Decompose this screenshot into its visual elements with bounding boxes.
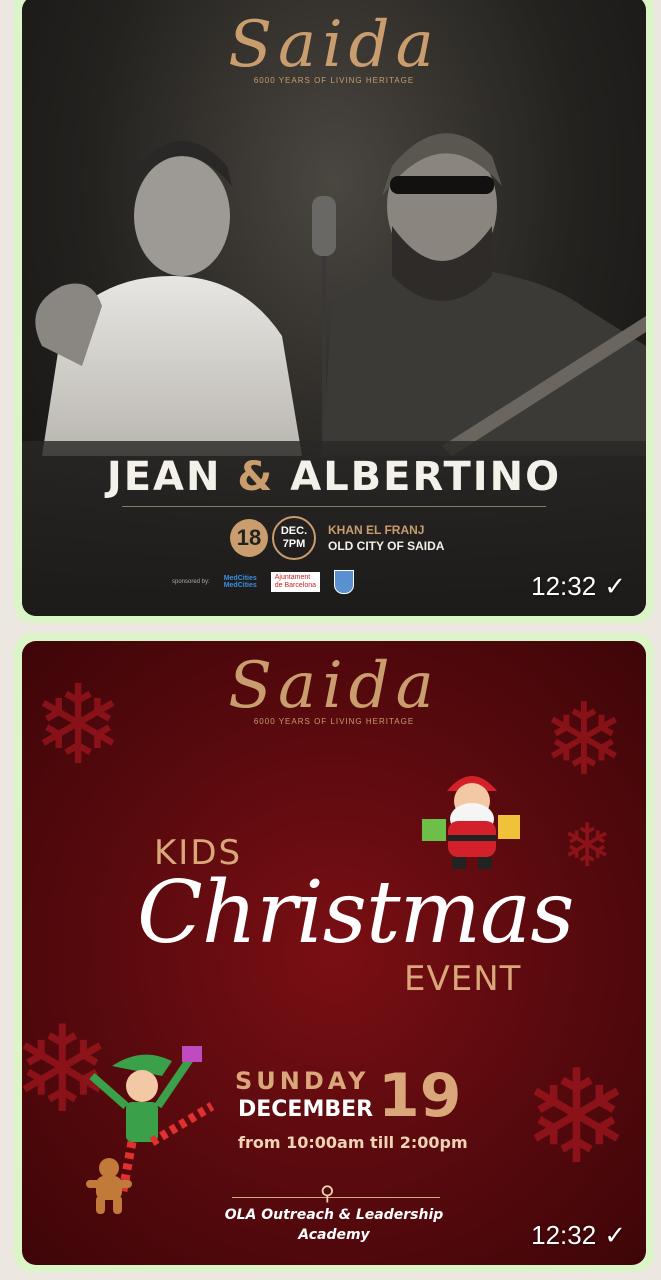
saida-logo: Saida 6000 YEARS OF LIVING HERITAGE <box>228 8 440 85</box>
concert-poster-image[interactable]: Saida 6000 YEARS OF LIVING HERITAGE JEAN… <box>22 0 646 616</box>
event-hours: from 10:00am till 2:00pm <box>238 1133 468 1152</box>
performers-photo <box>35 133 646 456</box>
message-bubble-1[interactable]: Saida 6000 YEARS OF LIVING HERITAGE JEAN… <box>14 0 654 623</box>
christmas-heading: Christmas <box>137 863 574 963</box>
venue: KHAN EL FRANJ OLD CITY OF SAIDA <box>328 523 445 553</box>
event-weekday: SUNDAY <box>235 1067 370 1095</box>
sent-check-icon: ✓ <box>604 571 626 601</box>
sent-check-icon: ✓ <box>604 1220 626 1250</box>
snowflake-icon: ❄ <box>522 1044 631 1190</box>
saida-logo: Saida 6000 YEARS OF LIVING HERITAGE <box>228 649 440 726</box>
event-heading: EVENT <box>404 959 522 999</box>
location-pin-icon: ⚲ <box>320 1183 335 1205</box>
event-month: DECEMBER <box>238 1097 374 1122</box>
message-bubble-2[interactable]: ❄ ❄ ❄ ❄ ❄ Saida 6000 YEARS OF LIVING HER… <box>14 633 654 1272</box>
date-day: 18 <box>230 519 268 557</box>
location-divider <box>232 1197 440 1198</box>
event-day: 19 <box>378 1061 462 1131</box>
medcities-logo: MedCities MedCities <box>223 575 257 589</box>
event-date-badge: 18 DEC. 7PM KHAN EL FRANJ OLD CITY OF SA… <box>230 516 444 560</box>
barcelona-logo: Ajuntament de Barcelona <box>270 572 321 592</box>
sponsors-row: sponsored by: MedCities MedCities Ajuntam… <box>172 570 355 594</box>
christmas-poster-image[interactable]: ❄ ❄ ❄ ❄ ❄ Saida 6000 YEARS OF LIVING HER… <box>22 641 646 1265</box>
message-time: 12:32 ✓ <box>531 571 626 601</box>
title-divider <box>122 506 546 507</box>
date-month-time: DEC. 7PM <box>272 516 316 560</box>
artists-title: JEAN & ALBERTINO <box>106 454 562 500</box>
message-time: 12:32 ✓ <box>531 1220 626 1250</box>
saida-crest-icon <box>334 570 355 594</box>
santa-illustration <box>422 776 520 869</box>
